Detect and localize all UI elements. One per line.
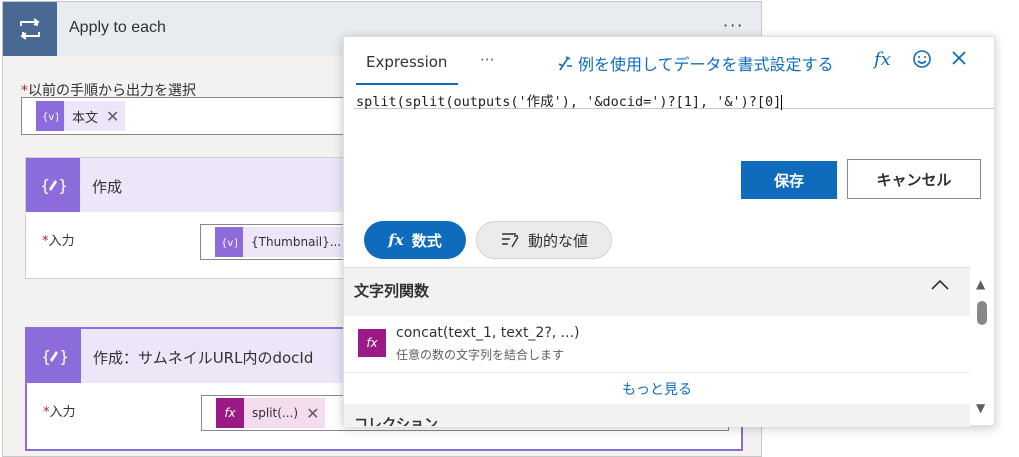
remove-token-icon[interactable]: ✕: [306, 404, 319, 423]
input-label: *入力: [42, 234, 75, 249]
split-expression-token[interactable]: fx split(...) ✕: [216, 398, 326, 428]
format-wand-icon: [558, 56, 572, 71]
body-token[interactable]: {v} 本文 ✕: [36, 101, 126, 131]
save-button[interactable]: 保存: [741, 161, 837, 199]
input-label: *入力: [43, 405, 76, 420]
function-icon: fx: [358, 329, 386, 357]
variable-icon: {v}: [36, 101, 64, 131]
token-label: split(...): [252, 406, 299, 420]
svg-text:{v}: {v}: [42, 112, 58, 123]
thumbnail-token[interactable]: {v} {Thumbnail}...: [215, 227, 356, 257]
variable-icon: {v}: [215, 227, 243, 257]
fx-icon: fx: [388, 231, 404, 249]
chevron-up-icon[interactable]: [930, 276, 950, 297]
cancel-button[interactable]: キャンセル: [847, 159, 981, 199]
see-more-link[interactable]: もっと見る: [344, 372, 970, 404]
tab-selected-indicator: [356, 83, 458, 85]
expression-text: split(split(outputs('作成'), '&docid=')?[1…: [356, 94, 783, 110]
svg-text:{v}: {v}: [221, 238, 237, 249]
text-caret: [781, 94, 783, 110]
tab-dynamic-content[interactable]: 動的な値: [476, 221, 612, 259]
token-label: {Thumbnail}...: [251, 235, 342, 249]
select-output-field[interactable]: {v} 本文 ✕: [21, 97, 381, 135]
compose-title: 作成：サムネイルURL内のdocId: [93, 349, 314, 367]
section-header-collection[interactable]: コレクション: [354, 414, 438, 426]
function-icon: fx: [216, 398, 244, 428]
tab-expression-functions[interactable]: fx 数式: [364, 221, 466, 259]
compose-icon: {}: [27, 329, 81, 383]
feedback-smiley-icon[interactable]: [912, 49, 932, 74]
more-options-icon[interactable]: ···: [723, 16, 744, 35]
function-name: concat(text_1, text_2?, ...): [396, 325, 580, 341]
svg-text:}: }: [58, 176, 66, 195]
flow-designer-canvas: Apply to each ··· *以前の手順から出力を選択 {v} 本文 ✕…: [0, 0, 1019, 457]
loop-icon: [3, 2, 57, 56]
apply-to-each-title: Apply to each: [69, 19, 166, 36]
expression-editor-popup: Expression ··· 例を使用してデータを書式設定する fx split…: [343, 36, 995, 427]
svg-text:{: {: [41, 347, 51, 366]
compose-title: 作成: [92, 178, 123, 196]
token-label: 本文: [72, 110, 99, 126]
section-header-string-functions[interactable]: 文字列関数: [344, 268, 970, 314]
dynamic-content-icon: [501, 233, 519, 248]
svg-text:{: {: [40, 176, 50, 195]
scrollbar[interactable]: ▲ ▼: [972, 277, 994, 417]
expression-input[interactable]: split(split(outputs('作成'), '&docid=')?[1…: [354, 87, 994, 110]
function-description: 任意の数の文字列を結合します: [396, 348, 565, 362]
tab-more-options[interactable]: ···: [480, 51, 494, 69]
scroll-up-icon[interactable]: ▲: [976, 277, 985, 291]
svg-text:}: }: [59, 347, 67, 366]
format-data-by-example-link[interactable]: 例を使用してデータを書式設定する: [556, 51, 834, 75]
tab-expression[interactable]: Expression: [366, 53, 447, 71]
close-icon[interactable]: [950, 49, 968, 72]
fx-icon[interactable]: fx: [874, 49, 891, 70]
function-item-concat[interactable]: fx concat(text_1, text_2?, ...) 任意の数の文字列…: [344, 316, 970, 372]
function-list-pane: 文字列関数 fx concat(text_1, text_2?, ...) 任意…: [344, 267, 970, 427]
scroll-down-icon[interactable]: ▼: [976, 401, 985, 415]
scrollbar-thumb[interactable]: [977, 301, 987, 325]
section-title: 文字列関数: [354, 282, 430, 300]
remove-token-icon[interactable]: ✕: [106, 107, 119, 126]
compose-icon: {}: [26, 158, 80, 212]
